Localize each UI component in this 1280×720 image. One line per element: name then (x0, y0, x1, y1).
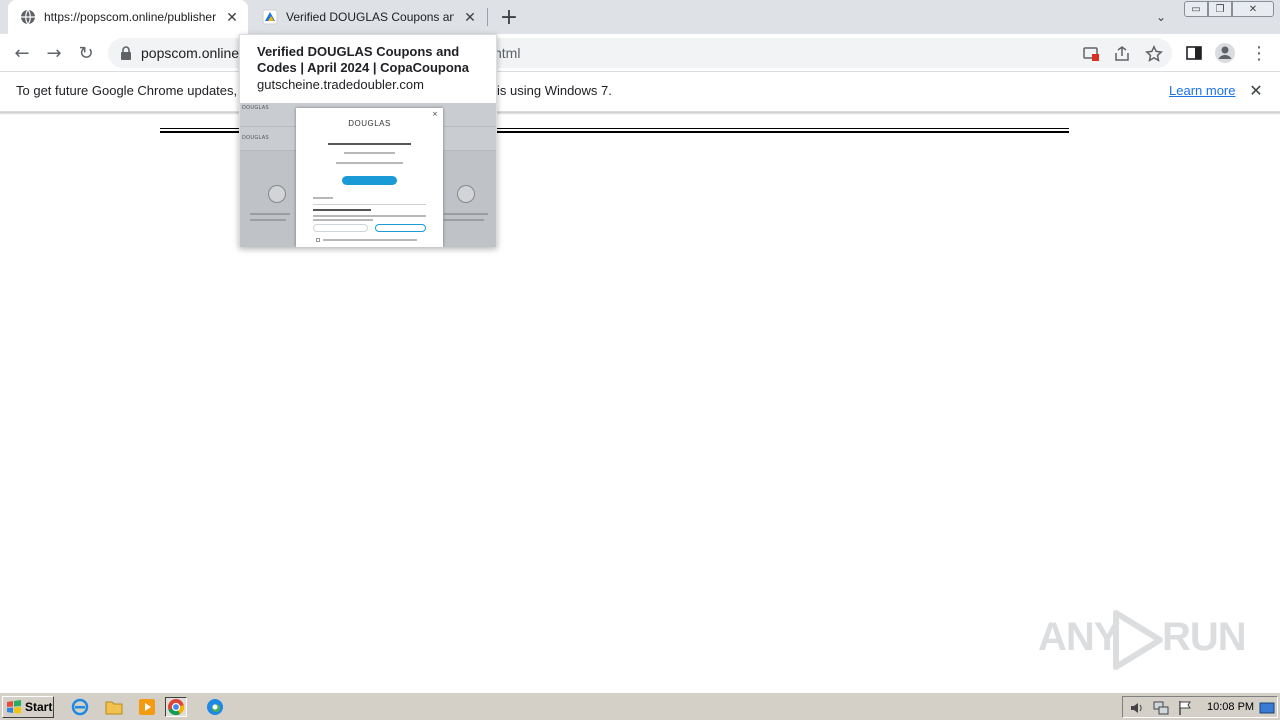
start-button[interactable]: Start (2, 696, 54, 718)
hover-card-preview: DOUGLAS DOUGLAS × DOUGLAS (240, 103, 496, 247)
share-icon[interactable] (1113, 45, 1131, 63)
preview-step-icon (457, 185, 475, 203)
close-icon: × (432, 110, 438, 118)
tab-title: Verified DOUGLAS Coupons and Cod (286, 10, 454, 24)
chrome-icon[interactable] (165, 697, 187, 717)
taskbar-clock[interactable]: 10:08 PM (1207, 701, 1254, 713)
infobar-shadow (0, 112, 1280, 115)
reload-icon[interactable]: ↻ (73, 40, 99, 66)
preview-checkbox (316, 238, 320, 242)
internet-explorer-icon[interactable] (69, 697, 91, 717)
media-player-icon[interactable] (136, 697, 158, 717)
window-close-button[interactable]: ✕ (1232, 1, 1274, 17)
preview-modal-heading (328, 143, 411, 145)
start-label: Start (25, 700, 53, 714)
preview-subscribe-button (375, 224, 426, 232)
arrow-left-icon[interactable]: ← (9, 40, 35, 66)
close-icon[interactable]: ✕ (1248, 83, 1264, 99)
chevron-down-icon[interactable]: ⌄ (1150, 7, 1172, 27)
action-center-flag-icon[interactable] (1177, 700, 1193, 716)
minimize-button[interactable]: ▭ (1184, 1, 1208, 17)
tab-separator (487, 8, 488, 26)
watermark-text: RUN (1162, 615, 1247, 659)
tab-strip: https://popscom.online/publishers/a ✕ Ve… (0, 0, 1280, 34)
volume-icon[interactable] (1129, 700, 1145, 716)
update-infobar: To get future Google Chrome updates, y i… (0, 72, 1280, 112)
preview-text-line (313, 197, 333, 199)
preview-email-input (313, 224, 368, 232)
preview-step-icon (268, 185, 286, 203)
infobar-message-end: is using Windows 7. (497, 83, 612, 98)
hover-card-title: Verified DOUGLAS Coupons and Codes | Apr… (257, 44, 469, 75)
preview-text-line (250, 219, 286, 221)
kebab-menu-icon[interactable]: ⋮ (1246, 40, 1272, 66)
copacoupona-favicon-icon (262, 9, 278, 25)
show-desktop-icon[interactable] (1259, 700, 1275, 716)
address-bar-url-tail: ntml (494, 45, 521, 61)
browser-toolbar: ← → ↻ popscom.online ntml ⋮ (0, 34, 1280, 72)
star-icon[interactable] (1145, 45, 1163, 63)
preview-modal-brand: DOUGLAS (348, 119, 391, 128)
preview-text-line (336, 162, 403, 164)
network-icon[interactable] (1153, 700, 1169, 716)
globe-icon (21, 9, 35, 25)
preview-text-line (313, 219, 373, 221)
edge-icon[interactable] (204, 697, 226, 717)
close-icon[interactable]: ✕ (222, 7, 242, 27)
preview-text-line (444, 219, 484, 221)
hover-card-domain: gutscheine.tradedoubler.com (257, 77, 424, 92)
tab-title: https://popscom.online/publishers/a (44, 10, 216, 24)
preview-text-line (444, 213, 488, 215)
preview-text-line (323, 239, 417, 241)
preview-modal: × DOUGLAS (296, 108, 443, 247)
preview-modal-button (342, 176, 397, 185)
maximize-button[interactable]: ❐ (1208, 1, 1232, 17)
preview-text-line (250, 213, 290, 215)
preview-brand-logo: DOUGLAS (242, 135, 269, 141)
windows-taskbar: Start 10:08 PM (0, 692, 1280, 720)
cast-icon[interactable] (1082, 45, 1100, 63)
preview-divider (313, 204, 426, 205)
tab-douglas-coupons[interactable]: Verified DOUGLAS Coupons and Cod ✕ (250, 0, 486, 34)
windows-flag-icon (7, 700, 21, 714)
preview-text-line (344, 152, 395, 154)
preview-brand-logo: DOUGLAS (242, 105, 269, 111)
tab-hover-card: Verified DOUGLAS Coupons and Codes | Apr… (239, 34, 497, 247)
anyrun-watermark: ANY RUN (1036, 605, 1247, 675)
arrow-right-icon[interactable]: → (41, 40, 67, 66)
watermark-text: ANY (1038, 615, 1120, 659)
file-explorer-icon[interactable] (103, 697, 125, 717)
system-tray: 10:08 PM (1122, 696, 1278, 718)
tab-popscom[interactable]: https://popscom.online/publishers/a ✕ (8, 0, 248, 34)
preview-text-line (313, 215, 426, 217)
lock-icon[interactable] (120, 46, 132, 60)
close-icon[interactable]: ✕ (460, 7, 480, 27)
preview-text-line (313, 209, 371, 211)
infobar-message: To get future Google Chrome updates, y (16, 83, 248, 98)
plus-icon[interactable]: + (498, 5, 520, 30)
learn-more-link[interactable]: Learn more (1169, 83, 1235, 98)
play-logo-icon (1113, 610, 1163, 670)
side-panel-icon[interactable] (1185, 44, 1203, 62)
profile-icon[interactable] (1214, 42, 1236, 64)
address-bar-url: popscom.online (141, 45, 240, 61)
